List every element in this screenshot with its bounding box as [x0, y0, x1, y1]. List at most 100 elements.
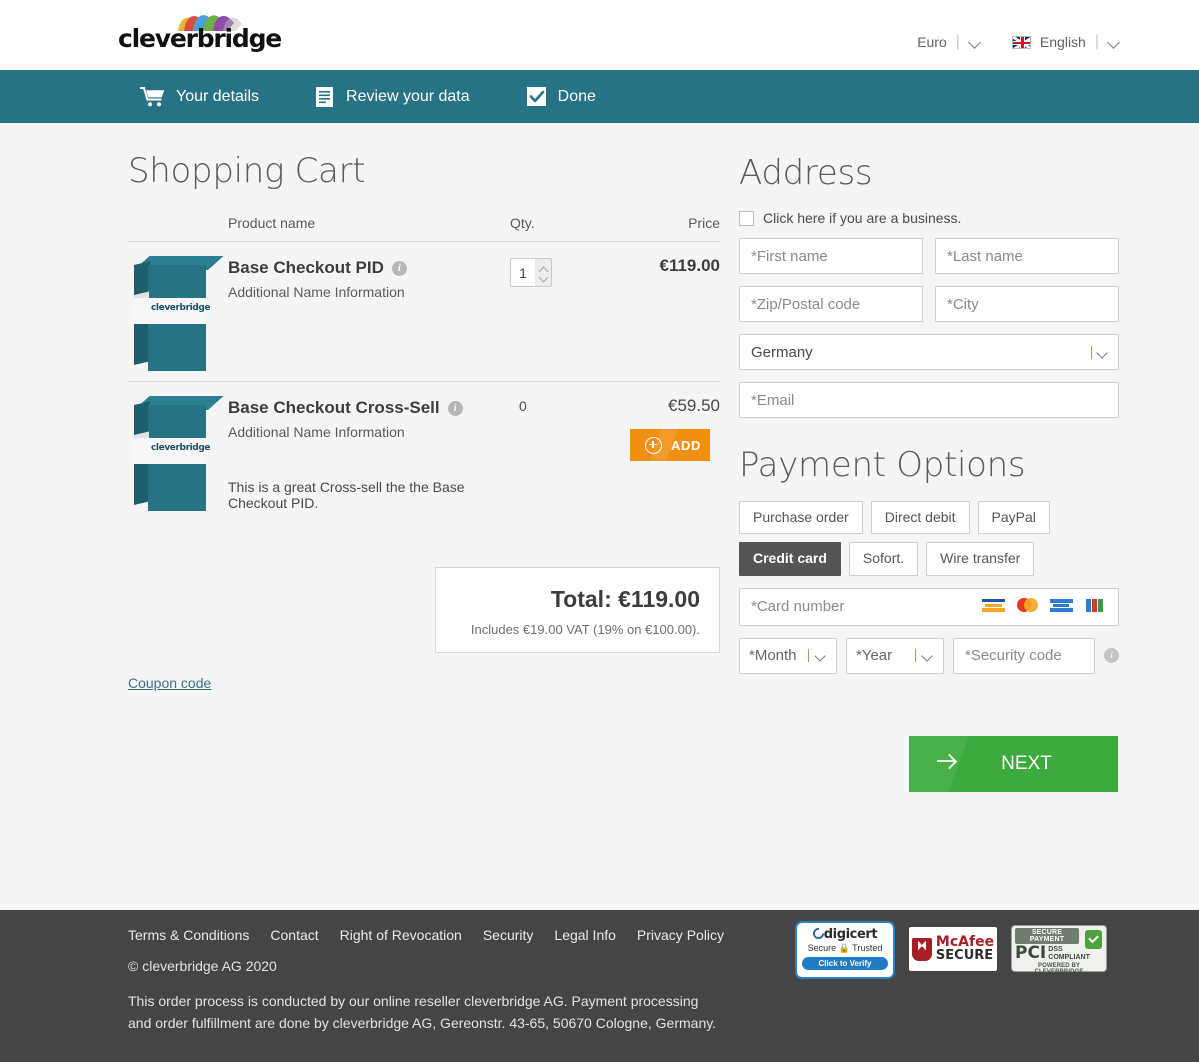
logo-text: cleverbridge [118, 24, 282, 53]
security-code-field[interactable] [953, 637, 1095, 674]
form-column: Address Click here if you are a business… [739, 123, 1119, 792]
first-name-field[interactable] [739, 238, 923, 274]
product-info: Base Checkout PID i Additional Name Info… [228, 256, 510, 381]
checkbox-check-icon [526, 86, 547, 107]
footer-link-contact[interactable]: Contact [270, 927, 318, 943]
step-your-details[interactable]: Your details [140, 86, 259, 107]
email-field[interactable] [739, 382, 1119, 418]
product-name-text: Base Checkout PID [228, 258, 384, 277]
quantity-input[interactable] [511, 259, 535, 286]
product-info: Base Checkout Cross-Sell i Additional Na… [228, 396, 510, 532]
business-checkbox-label: Click here if you are a business. [763, 210, 962, 226]
pci-small-2: COMPLIANT [1048, 953, 1090, 961]
plus-circle-icon [645, 436, 662, 454]
product-name: Base Checkout PID i [228, 258, 510, 278]
currency-selector[interactable]: Euro | [917, 33, 982, 51]
cart-column: Shopping Cart Product name Qty. Price cl… [128, 123, 720, 693]
last-name-field[interactable] [935, 238, 1119, 274]
order-total-box: Total: €119.00 Includes €19.00 VAT (19% … [435, 567, 720, 653]
payment-method-credit-card[interactable]: Credit card [739, 542, 841, 576]
footer-link-terms[interactable]: Terms & Conditions [128, 927, 249, 943]
payment-title: Payment Options [739, 445, 1026, 485]
quantity-cell: 0 [510, 396, 630, 532]
column-header-qty: Qty. [510, 215, 535, 231]
add-to-cart-button[interactable]: ADD [630, 429, 710, 461]
header-controls: Euro | English | [917, 33, 1121, 51]
chevron-down-icon [1097, 349, 1109, 356]
language-selector[interactable]: English | [1011, 33, 1121, 51]
footer-link-security[interactable]: Security [483, 927, 534, 943]
mcafee-shield-icon [911, 937, 932, 961]
chevron-down-icon [922, 652, 934, 659]
footer-links: Terms & Conditions Contact Right of Revo… [128, 927, 724, 943]
coupon-code-link[interactable]: Coupon code [128, 675, 211, 691]
mcafee-badge[interactable]: McAfee SECURE [909, 927, 997, 971]
step-done[interactable]: Done [526, 86, 596, 107]
expiry-month-select[interactable]: *Month [739, 637, 837, 674]
product-description: This is a great Cross-sell the the Base … [228, 479, 465, 511]
expiry-row: *Month *Year i [739, 637, 1119, 674]
digicert-cta[interactable]: Click to Verify [802, 957, 888, 970]
currency-label: Euro [917, 34, 947, 50]
cleverbridge-logo[interactable]: cleverbridge [118, 8, 282, 60]
chevron-down-icon[interactable] [1108, 38, 1121, 46]
digicert-badge[interactable]: digicert Secure 🔒 Trusted Click to Verif… [795, 921, 895, 979]
pci-badge[interactable]: SECURE PAYMENT PCI DSS COMPLIANT POWERED… [1011, 925, 1107, 975]
business-checkbox-row[interactable]: Click here if you are a business. [739, 210, 1119, 226]
stepper-up-icon[interactable] [539, 266, 548, 271]
zip-field[interactable] [739, 286, 923, 322]
step-label: Review your data [346, 87, 470, 105]
expiry-year-select[interactable]: *Year [846, 637, 944, 674]
footer-link-legal[interactable]: Legal Info [554, 927, 616, 943]
page-header: cleverbridge Euro | English | [0, 0, 1199, 70]
digicert-swirl-icon [812, 928, 824, 939]
chevron-down-icon[interactable] [969, 38, 982, 46]
price-cell: €59.50 ADD [630, 396, 720, 532]
payment-method-sofort[interactable]: Sofort. [848, 542, 919, 576]
pci-top-label: SECURE PAYMENT [1015, 928, 1079, 944]
copyright-text: © cleverbridge AG 2020 [128, 958, 277, 974]
language-label: English [1039, 34, 1086, 50]
main-content: Shopping Cart Product name Qty. Price cl… [0, 123, 1199, 910]
amex-icon [1050, 597, 1073, 614]
product-name-text: Base Checkout Cross-Sell [228, 398, 440, 417]
footer-link-privacy[interactable]: Privacy Policy [637, 927, 724, 943]
quantity-stepper[interactable] [510, 258, 552, 287]
column-header-price: Price [688, 215, 720, 231]
divider: | [1094, 33, 1099, 50]
stepper-down-icon[interactable] [539, 275, 548, 280]
legal-note: This order process is conducted by our o… [128, 991, 728, 1034]
next-button[interactable]: NEXT [909, 735, 1118, 792]
payment-method-purchase-order[interactable]: Purchase order [739, 501, 863, 535]
page-title: Shopping Cart [128, 151, 366, 191]
accepted-card-brands [982, 597, 1107, 614]
payment-methods-row-1: Purchase order Direct debit PayPal [739, 501, 1119, 535]
stepper-arrows[interactable] [535, 259, 551, 286]
payment-method-wire-transfer[interactable]: Wire transfer [926, 542, 1035, 576]
payment-method-direct-debit[interactable]: Direct debit [870, 501, 970, 535]
legal-note-line1: This order process is conducted by our o… [128, 993, 699, 1009]
footer-link-revocation[interactable]: Right of Revocation [340, 927, 462, 943]
quantity-value: 0 [519, 398, 527, 414]
business-checkbox[interactable] [739, 210, 754, 226]
info-icon[interactable]: i [1104, 648, 1119, 664]
add-button-label: ADD [671, 437, 701, 453]
uk-flag-icon [1011, 35, 1031, 49]
shopping-cart-icon [140, 86, 165, 107]
pci-small-1: DSS [1048, 946, 1063, 954]
column-header-product-name: Product name [228, 215, 316, 231]
country-select-caret[interactable] [1091, 346, 1109, 359]
vat-note: Includes €19.00 VAT (19% on €100.00). [470, 622, 700, 637]
country-select[interactable]: Germany [739, 334, 1119, 370]
info-icon[interactable]: i [447, 400, 463, 416]
price-cell: €119.00 [630, 256, 720, 381]
payment-method-paypal[interactable]: PayPal [977, 501, 1050, 535]
pci-big-label: PCI [1015, 943, 1047, 963]
payment-methods-row-2: Credit card Sofort. Wire transfer [739, 542, 1119, 576]
city-field[interactable] [935, 286, 1119, 322]
product-image: cleverbridge [128, 396, 228, 516]
info-icon[interactable]: i [391, 260, 407, 276]
step-review-your-data[interactable]: Review your data [315, 86, 470, 108]
box-logo-label: cleverbridge [151, 443, 211, 453]
address-title: Address [739, 153, 873, 193]
